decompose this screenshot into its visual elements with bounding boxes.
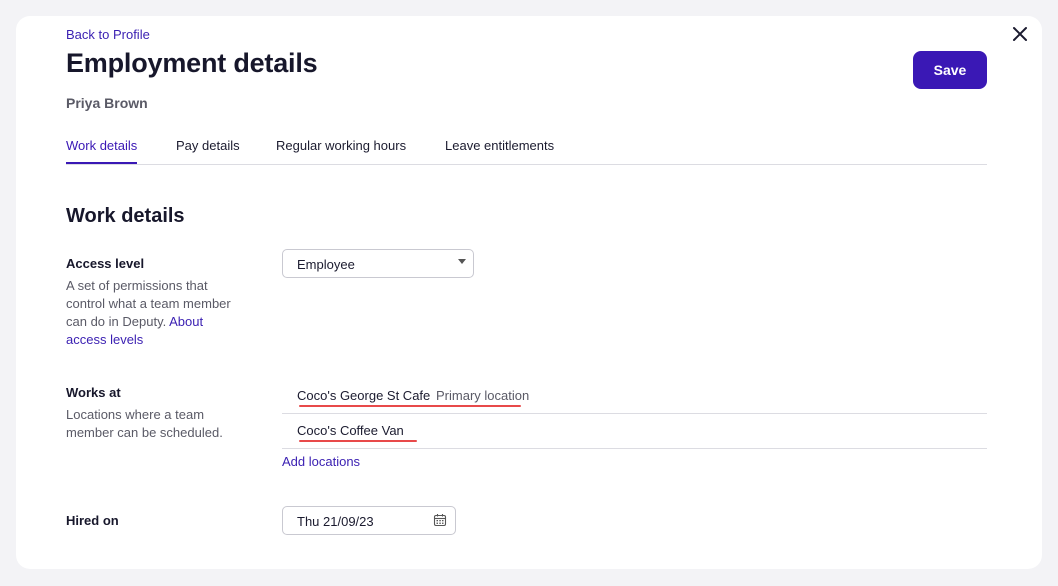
works-at-label: Works at: [66, 385, 121, 400]
hired-on-label: Hired on: [66, 513, 119, 528]
location-row: Coco's Coffee Van: [282, 413, 987, 449]
annotation-underline: [299, 405, 521, 407]
back-to-profile-link[interactable]: Back to Profile: [66, 27, 150, 42]
access-level-label: Access level: [66, 256, 145, 271]
access-level-help-text: A set of permissions that control what a…: [66, 278, 231, 329]
tab-leave-entitlements[interactable]: Leave entitlements: [445, 128, 554, 162]
page-title: Employment details: [66, 48, 318, 78]
location-name: Coco's Coffee Van: [297, 423, 404, 438]
tab-regular-working-hours[interactable]: Regular working hours: [276, 128, 406, 162]
access-level-select[interactable]: Employee: [282, 249, 474, 278]
close-icon[interactable]: [1011, 25, 1029, 43]
hired-on-value: Thu 21/09/23: [297, 514, 374, 529]
access-level-help: A set of permissions that control what a…: [66, 277, 246, 349]
location-name: Coco's George St Cafe: [297, 388, 431, 403]
primary-location-badge: Primary location: [436, 388, 530, 403]
employee-name: Priya Brown: [66, 95, 148, 111]
caret-down-icon: [458, 259, 466, 264]
tab-bar: Work details Pay details Regular working…: [66, 128, 987, 165]
access-level-value: Employee: [297, 257, 355, 272]
tab-work-details[interactable]: Work details: [66, 128, 138, 164]
annotation-underline: [299, 440, 417, 442]
section-title: Work details: [66, 205, 185, 227]
add-locations-link[interactable]: Add locations: [282, 454, 360, 469]
calendar-icon: [433, 514, 447, 527]
hired-on-date-input[interactable]: Thu 21/09/23: [282, 506, 456, 535]
tab-pay-details[interactable]: Pay details: [176, 128, 240, 162]
save-button[interactable]: Save: [913, 51, 987, 89]
works-at-help: Locations where a team member can be sch…: [66, 407, 223, 440]
location-row: Coco's George St Cafe Primary location: [282, 378, 987, 414]
